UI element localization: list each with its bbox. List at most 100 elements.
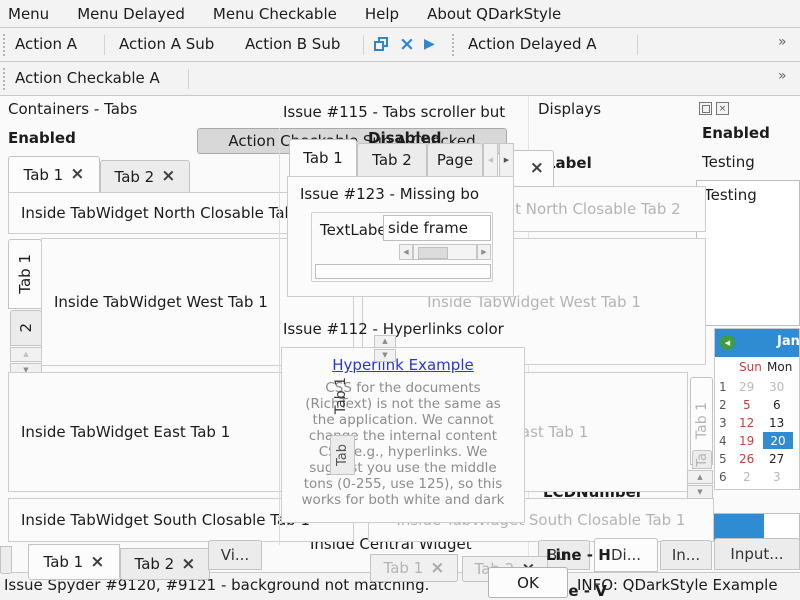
calendar-day[interactable]: 5 <box>743 398 751 412</box>
calendar-day[interactable]: 27 <box>769 452 784 466</box>
toolbar-overflow-chevron[interactable]: » <box>778 34 787 50</box>
menu-item-about[interactable]: About QDarkStyle <box>427 5 561 23</box>
hyperlink-text-line: CSS for the documents <box>282 380 524 396</box>
issue123-frame: TextLabel side frame ◀ ▶ <box>311 212 493 282</box>
tab-scroll-down-button[interactable]: ▼ <box>374 349 396 362</box>
ok-button[interactable]: OK <box>488 567 568 598</box>
dock-tab-label: Vi... <box>221 546 249 564</box>
issue115-west-tab-small[interactable]: Tab <box>330 435 355 475</box>
empty-field[interactable] <box>315 264 491 279</box>
tab-close-icon[interactable]: × <box>161 168 175 185</box>
line-edit-value: side frame <box>388 219 468 237</box>
calendar-day[interactable]: 19 <box>739 434 754 448</box>
calendar-day-selected[interactable]: 20 <box>763 432 793 449</box>
tab-scroll-up-button[interactable]: ▲ <box>374 335 396 348</box>
scrollbar-handle[interactable] <box>418 247 448 259</box>
displays-window-title[interactable]: Displays <box>538 100 601 118</box>
action-a-sub-button[interactable]: Action A Sub <box>119 35 214 53</box>
issue115-tab-1[interactable]: Tab 1 <box>289 139 357 177</box>
tab-close-icon[interactable]: × <box>90 554 104 571</box>
tab-close-icon[interactable]: × <box>181 556 195 573</box>
dock-tab-label: Input... <box>730 545 783 563</box>
scrollbar-left-button[interactable]: ◀ <box>399 244 413 260</box>
north-tab-2[interactable]: Tab 2 × <box>100 160 190 193</box>
containers-enabled-heading: Enabled <box>8 129 76 147</box>
calendar-month-label[interactable]: Jan <box>777 334 800 349</box>
restore-icon[interactable] <box>374 41 384 51</box>
hyperlink-browser: Hyperlink Example CSS for the documents … <box>281 347 525 523</box>
calendar-day[interactable]: 26 <box>739 452 754 466</box>
tab-scroll-right-button[interactable]: ▶ <box>499 143 514 177</box>
tab-label: Tab 1 <box>16 254 34 294</box>
ok-button-label: OK <box>517 574 539 592</box>
containers-tabs-window-title[interactable]: Containers - Tabs <box>8 100 137 118</box>
calendar-day[interactable]: 3 <box>773 470 781 484</box>
south-tab-1[interactable]: Tab 1 × <box>28 544 120 580</box>
close-icon[interactable]: × <box>399 33 415 55</box>
play-icon[interactable]: ▶ <box>424 36 435 52</box>
menu-item-menu[interactable]: Menu <box>8 5 49 23</box>
action-delayed-a-button[interactable]: Action Delayed A <box>468 35 597 53</box>
dock-tab-label: In... <box>672 546 700 564</box>
action-a-button[interactable]: Action A <box>15 35 77 53</box>
menu-item-help[interactable]: Help <box>365 5 399 23</box>
dock-tab-views[interactable]: Vi... <box>208 540 262 570</box>
close-icon[interactable]: × <box>716 102 729 115</box>
calendar-weekday-mon: Mon <box>767 360 792 374</box>
tab-close-icon[interactable]: × <box>70 166 84 183</box>
action-b-sub-button[interactable]: Action B Sub <box>245 35 340 53</box>
issue115-tab-2[interactable]: Tab 2 <box>357 143 427 177</box>
tab-label: Tab <box>335 444 350 466</box>
toolbar-checkable: Action Checkable A Action Checkable Sub … <box>0 62 800 96</box>
text-browser[interactable]: Testing <box>696 180 800 326</box>
calendar-day[interactable]: 30 <box>769 380 784 394</box>
calendar-widget[interactable]: ◀ Jan Sun Mon 1 2 3 4 5 6 29 5 12 19 26 … <box>714 328 800 490</box>
tab-scroll-left-button[interactable]: ◀ <box>483 143 498 177</box>
tab-close-icon[interactable]: × <box>530 160 544 177</box>
float-icon[interactable] <box>699 102 712 115</box>
tab-label: Tab 2 <box>135 555 175 573</box>
line-h-heading: Line - H <box>546 546 611 564</box>
hyperlink-example-link[interactable]: Hyperlink Example <box>332 356 473 374</box>
south-pane-content: Inside TabWidget South Closable Tab 1 <box>21 511 310 529</box>
dock-tab-inputs[interactable]: In... <box>660 540 712 570</box>
issue115-label: Issue #115 - Tabs scroller but <box>283 103 528 121</box>
issue115-tab-3[interactable]: Page <box>427 143 483 177</box>
calendar-day[interactable]: 29 <box>739 380 754 394</box>
west-tab-1[interactable]: Tab 1 <box>8 239 42 309</box>
issue115-west-tab-label[interactable]: Tab 1 <box>333 377 349 414</box>
tab-scroll-down-button[interactable]: ▼ <box>687 485 713 499</box>
issue112-label: Issue #112 - Hyperlinks color <box>283 320 528 338</box>
south-tab-2[interactable]: Tab 2 × <box>120 548 210 580</box>
calendar-day[interactable]: 13 <box>769 416 784 430</box>
calendar-day[interactable]: 6 <box>773 398 781 412</box>
tab-close-icon[interactable]: × <box>430 560 444 577</box>
tab-label: Page <box>437 151 473 169</box>
tab-scroll-up-button[interactable]: ▲ <box>687 470 713 484</box>
tab-label: Tab 1 <box>384 559 424 577</box>
west-tab-2[interactable]: 2 <box>10 310 42 346</box>
scrollbar-track[interactable] <box>413 244 477 260</box>
disabled-north-tab[interactable]: × <box>512 150 554 187</box>
north-tab-1[interactable]: Tab 1 × <box>8 156 100 193</box>
calendar-day[interactable]: 2 <box>743 470 751 484</box>
action-checkable-a-button[interactable]: Action Checkable A <box>15 69 160 87</box>
calendar-prev-month-icon[interactable]: ◀ <box>720 335 735 350</box>
dock-tab-inputs-no-fields[interactable]: Input... <box>714 538 800 570</box>
tab-stub[interactable] <box>0 546 12 574</box>
calendar-day[interactable]: 12 <box>739 416 754 430</box>
calendar-weekday-sun: Sun <box>739 360 762 374</box>
disabled-east-tab-2[interactable]: Ta <box>692 450 712 469</box>
calendar-week-number: 3 <box>719 416 727 430</box>
frame-line-edit[interactable]: side frame <box>383 215 491 241</box>
toolbar-overflow-chevron[interactable]: » <box>778 68 787 84</box>
menu-item-menu-checkable[interactable]: Menu Checkable <box>213 5 337 23</box>
toolbar-handle[interactable] <box>3 34 6 56</box>
menu-item-menu-delayed[interactable]: Menu Delayed <box>77 5 185 23</box>
disabled-south-tab-1[interactable]: Tab 1 × <box>370 554 458 582</box>
tab-scroll-up-button[interactable]: ▲ <box>10 347 42 362</box>
toolbar-handle[interactable] <box>3 68 6 90</box>
calendar-week-number: 6 <box>719 470 727 484</box>
scrollbar-right-button[interactable]: ▶ <box>477 244 491 260</box>
toolbar-handle[interactable] <box>452 34 455 56</box>
